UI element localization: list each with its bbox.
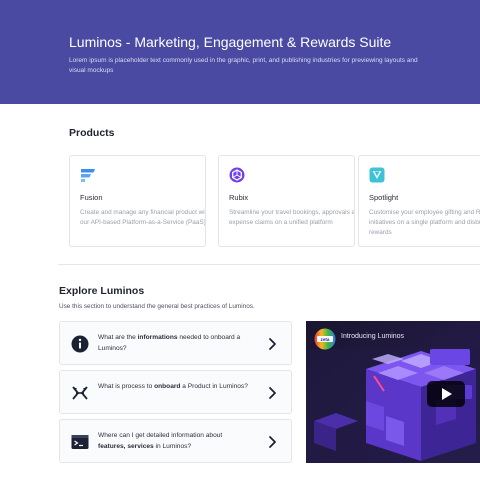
hero-banner: Luminos - Marketing, Engagement & Reward… [0,0,480,104]
faq-question: What are the informations needed to onbo… [98,334,241,352]
faq-item-informations[interactable]: What are the informations needed to onbo… [59,321,292,365]
faq-question: What is process to onboard a Product in … [98,383,248,390]
terminal-icon [71,435,89,449]
product-description: Streamline your travel bookings, approva… [229,209,355,226]
products-heading: Products [69,127,115,139]
rubix-icon [229,167,245,183]
chevron-right-icon [269,436,276,448]
intro-video-player[interactable]: zeta Introducing Luminos [306,321,480,463]
explore-subtitle: Use this section to understand the gener… [59,303,255,310]
product-description: Create and manage any financial product … [80,209,206,226]
product-name: Spotlight [369,193,399,202]
chevron-right-icon [269,338,276,350]
product-card-spotlight[interactable]: Spotlight Customise your employee giftin… [358,155,480,247]
video-title: Introducing Luminos [341,333,405,340]
product-description: Customise your employee gifting and R&R … [369,209,480,236]
fusion-icon [81,169,95,182]
play-button[interactable] [427,381,465,407]
page-title: Luminos - Marketing, Engagement & Reward… [69,34,392,50]
faq-question: Where can I get detailed information abo… [98,432,223,450]
explore-heading: Explore Luminos [59,285,145,297]
product-name: Fusion [80,193,103,202]
product-card-rubix[interactable]: Rubix Streamline your travel bookings, a… [218,155,355,247]
faq-item-features[interactable]: Where can I get detailed information abo… [59,419,292,463]
zeta-logo: zeta [314,328,336,350]
svg-text:zeta: zeta [321,337,330,342]
spotlight-icon [369,167,385,183]
faq-item-onboard[interactable]: What is process to onboard a Product in … [59,370,292,414]
play-icon [442,388,452,400]
info-icon [71,335,89,353]
product-card-fusion[interactable]: Fusion Create and manage any financial p… [69,155,206,247]
chevron-right-icon [269,387,276,399]
product-name: Rubix [229,193,249,202]
page-subtitle: Lorem ipsum is placeholder text commonly… [69,57,418,74]
section-divider [58,264,480,265]
onboard-icon [72,386,88,400]
